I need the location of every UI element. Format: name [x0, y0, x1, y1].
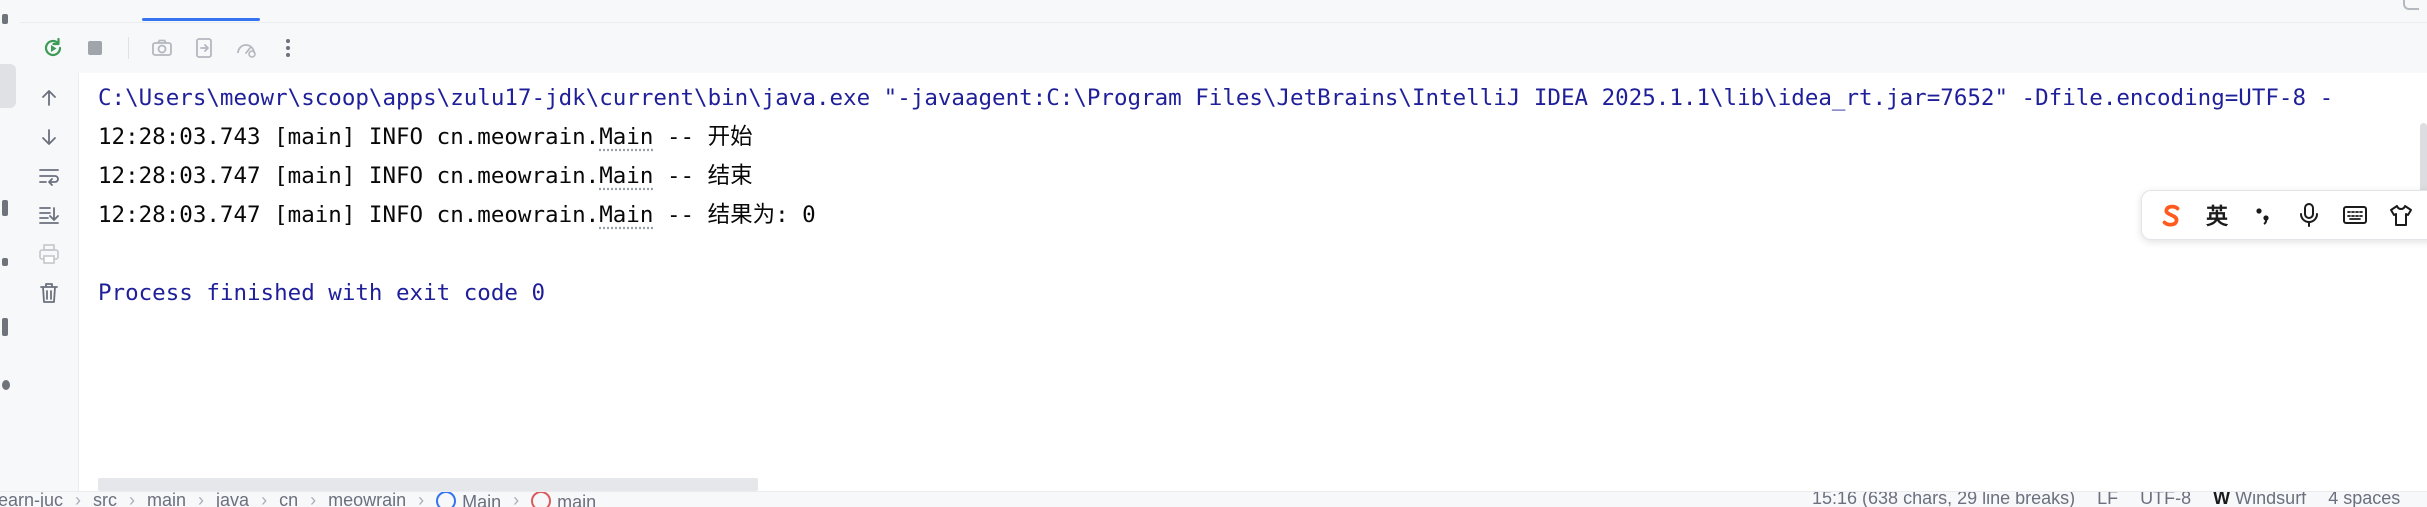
tool-window-icon[interactable]	[2, 258, 8, 266]
file-encoding[interactable]: UTF-8	[2140, 492, 2191, 507]
class-icon	[436, 492, 457, 507]
breadcrumb-item[interactable]: java	[216, 492, 249, 507]
status-bar: learn-juc › src › main › java › cn › meo…	[0, 491, 2427, 507]
breadcrumb-class[interactable]: Main	[436, 492, 502, 507]
breadcrumb-class-label: Main	[462, 492, 502, 507]
speed-icon[interactable]	[231, 33, 261, 63]
windsurf-icon: W	[2213, 491, 2236, 507]
log-line: 12:28:03.747 [main] INFO cn.meowrain.Mai…	[98, 157, 2427, 196]
process-finished-line: Process finished with exit code 0	[98, 280, 546, 306]
print-icon[interactable]	[33, 239, 65, 269]
camera-icon[interactable]	[147, 33, 177, 63]
breadcrumb-method-label: main	[557, 492, 597, 507]
tab-strip	[20, 0, 2427, 23]
chevron-right-icon: ›	[513, 491, 520, 507]
class-link[interactable]: Main	[599, 124, 653, 150]
method-icon	[531, 492, 552, 507]
run-toolbar	[20, 23, 2427, 73]
log-message: -- 结束	[653, 163, 753, 189]
windsurf-widget[interactable]: W Windsurf	[2213, 491, 2307, 507]
breadcrumb-item[interactable]: learn-juc	[0, 492, 63, 507]
class-link[interactable]: Main	[599, 202, 653, 228]
toolbar-separator	[128, 37, 129, 59]
caret-position[interactable]: 15:16 (638 chars, 29 line breaks)	[1812, 492, 2075, 507]
tool-window-icon[interactable]	[2, 318, 8, 336]
tool-window-icon[interactable]	[2, 380, 10, 390]
ime-language-toggle[interactable]: 英	[2204, 202, 2230, 230]
log-prefix: 12:28:03.747 [main] INFO cn.meowrain.	[98, 202, 600, 228]
chevron-right-icon: ›	[310, 491, 317, 507]
active-tab-underline[interactable]	[142, 18, 260, 21]
breadcrumb: learn-juc › src › main › java › cn › meo…	[0, 491, 597, 507]
log-message: -- 开始	[653, 124, 753, 150]
active-tool-indicator	[0, 64, 16, 108]
clear-all-icon[interactable]	[33, 278, 65, 308]
horizontal-scrollbar[interactable]	[98, 478, 758, 491]
left-tool-strip	[0, 0, 21, 492]
breadcrumb-item[interactable]: cn	[279, 492, 298, 507]
chevron-right-icon: ›	[129, 491, 136, 507]
scroll-up-icon[interactable]	[33, 83, 65, 113]
log-message: -- 结果为: 0	[653, 202, 816, 228]
chevron-right-icon: ›	[418, 491, 425, 507]
stop-icon[interactable]	[80, 33, 110, 63]
chevron-right-icon: ›	[198, 491, 205, 507]
line-separator[interactable]: LF	[2097, 492, 2118, 507]
breadcrumb-method[interactable]: main	[531, 492, 597, 507]
status-widgets: 15:16 (638 chars, 29 line breaks) LF UTF…	[1812, 491, 2400, 507]
console-output[interactable]: C:\Users\meowr\scoop\apps\zulu17-jdk\cur…	[80, 73, 2427, 491]
breadcrumb-item[interactable]: main	[147, 492, 186, 507]
rerun-icon[interactable]	[38, 33, 68, 63]
soft-wrap-icon[interactable]	[33, 161, 65, 191]
indent-setting[interactable]: 4 spaces	[2328, 492, 2400, 507]
scroll-to-end-icon[interactable]	[33, 200, 65, 230]
log-line: 12:28:03.747 [main] INFO cn.meowrain.Mai…	[98, 196, 2427, 235]
log-line: 12:28:03.743 [main] INFO cn.meowrain.Mai…	[98, 118, 2427, 157]
scroll-down-icon[interactable]	[33, 122, 65, 152]
keyboard-icon[interactable]	[2342, 202, 2368, 228]
ime-language-label: 英	[2205, 205, 2228, 230]
chevron-right-icon: ›	[75, 491, 82, 507]
microphone-icon[interactable]	[2296, 202, 2322, 228]
skin-icon[interactable]	[2388, 202, 2414, 228]
windsurf-label: Windsurf	[2235, 491, 2307, 507]
command-line: C:\Users\meowr\scoop\apps\zulu17-jdk\cur…	[98, 85, 2334, 111]
exit-icon[interactable]	[189, 33, 219, 63]
tool-window-icon[interactable]	[2, 14, 8, 24]
tab-corner	[2403, 0, 2419, 10]
console-toolbar	[20, 73, 79, 501]
breadcrumb-item[interactable]: meowrain	[328, 492, 406, 507]
log-prefix: 12:28:03.747 [main] INFO cn.meowrain.	[98, 163, 600, 189]
breadcrumb-item[interactable]: src	[93, 492, 117, 507]
chevron-right-icon: ›	[261, 491, 268, 507]
punctuation-icon[interactable]	[2250, 202, 2276, 228]
more-options-icon[interactable]	[273, 33, 303, 63]
log-prefix: 12:28:03.743 [main] INFO cn.meowrain.	[98, 124, 600, 150]
sogou-logo-icon[interactable]	[2158, 202, 2184, 228]
class-link[interactable]: Main	[599, 163, 653, 189]
ime-toolbar: 英	[2141, 190, 2427, 240]
tool-window-icon[interactable]	[2, 200, 8, 216]
